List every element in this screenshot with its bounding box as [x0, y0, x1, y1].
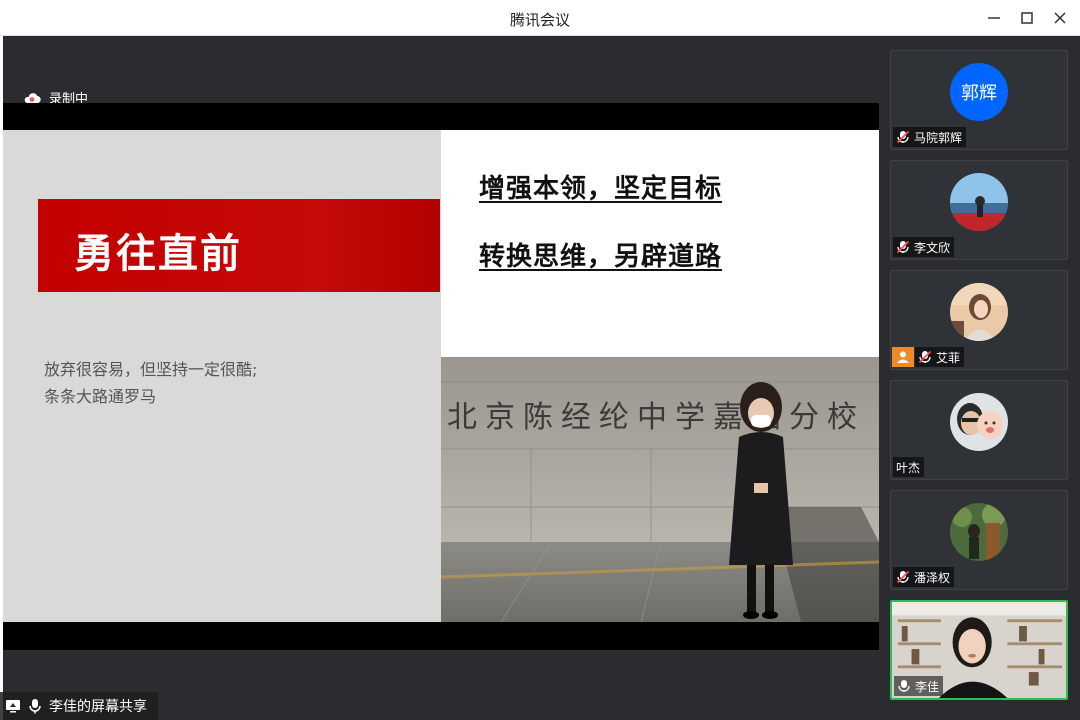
maximize-button[interactable] — [1014, 6, 1040, 30]
participant-name-tag: 李文欣 — [893, 237, 955, 257]
shared-screen-area[interactable]: 录制中 勇往直前 放弃很容易，但坚持一定很酷; 条条大路通罗马 增强本领，坚定目… — [3, 36, 879, 720]
avatar — [950, 503, 1008, 561]
participant-name: 李文欣 — [914, 240, 951, 255]
close-icon — [1054, 12, 1066, 24]
slide-quote: 放弃很容易，但坚持一定很酷; 条条大路通罗马 — [44, 356, 257, 410]
letterbox-bottom — [3, 622, 879, 650]
minimize-icon — [988, 17, 1000, 19]
participant-tile[interactable]: 艾菲 — [890, 270, 1068, 370]
participant-name: 李佳 — [915, 679, 940, 694]
microphone-icon — [898, 680, 910, 692]
avatar: 郭辉 — [950, 63, 1008, 121]
slide-headline: 增强本领，坚定目标 — [479, 174, 723, 204]
maximize-icon — [1021, 12, 1033, 24]
slide-quote-line: 条条大路通罗马 — [44, 387, 157, 406]
window-title: 腾讯会议 — [509, 11, 570, 29]
screen-share-label[interactable]: 李佳的屏幕共享 — [0, 692, 158, 720]
participant-tile[interactable]: 潘泽权 — [890, 490, 1068, 590]
participant-name: 潘泽权 — [914, 570, 951, 585]
avatar — [950, 173, 1008, 231]
participant-name: 艾菲 — [936, 350, 961, 365]
participant-name-tag: 马院郭辉 — [893, 127, 967, 147]
slide-left-panel: 勇往直前 放弃很容易，但坚持一定很酷; 条条大路通罗马 — [3, 130, 441, 622]
participant-name-tag: 艾菲 — [915, 347, 965, 367]
presentation-slide: 勇往直前 放弃很容易，但坚持一定很酷; 条条大路通罗马 增强本领，坚定目标 转换… — [3, 130, 879, 622]
microphone-muted-icon — [896, 570, 910, 584]
participant-name: 马院郭辉 — [914, 130, 963, 145]
letterbox-top — [3, 103, 879, 130]
screen-share-icon — [6, 700, 20, 713]
participant-name-tag: 李佳 — [894, 676, 944, 696]
participant-name-tag: 叶杰 — [893, 457, 925, 477]
participant-name: 叶杰 — [896, 460, 921, 475]
avatar — [950, 393, 1008, 451]
minimize-button[interactable] — [981, 6, 1007, 30]
screen-share-text: 李佳的屏幕共享 — [49, 699, 147, 715]
slide-banner: 勇往直前 — [38, 199, 440, 292]
microphone-icon — [29, 699, 41, 714]
host-badge — [892, 347, 914, 367]
host-icon — [897, 351, 909, 363]
slide-quote-line: 放弃很容易，但坚持一定很酷; — [44, 360, 258, 379]
microphone-muted-icon — [896, 130, 910, 144]
close-button[interactable] — [1047, 6, 1073, 30]
participant-tile[interactable]: 叶杰 — [890, 380, 1068, 480]
title-bar: 腾讯会议 — [0, 0, 1080, 36]
avatar — [950, 283, 1008, 341]
slide-photo: 北京陈经纶中学嘉铭分校 — [441, 357, 879, 622]
microphone-muted-icon — [918, 350, 932, 364]
participant-tile-active-speaker[interactable]: 李佳 — [890, 600, 1068, 700]
slide-right-panel: 增强本领，坚定目标 转换思维，另辟道路 — [441, 130, 879, 357]
photo-sign-text: 北京陈经纶中学嘉铭分校 — [447, 400, 865, 435]
cloud-record-icon — [24, 92, 41, 103]
slide-headline: 转换思维，另辟道路 — [479, 242, 723, 272]
microphone-muted-icon — [896, 240, 910, 254]
participants-panel: 郭辉 马院郭辉 李文欣 艾菲 叶杰 潘泽权 李佳 — [879, 36, 1080, 720]
participant-tile[interactable]: 郭辉 马院郭辉 — [890, 50, 1068, 150]
participant-tile[interactable]: 李文欣 — [890, 160, 1068, 260]
participant-name-tag: 潘泽权 — [893, 567, 955, 587]
slide-banner-text: 勇往直前 — [74, 231, 242, 277]
